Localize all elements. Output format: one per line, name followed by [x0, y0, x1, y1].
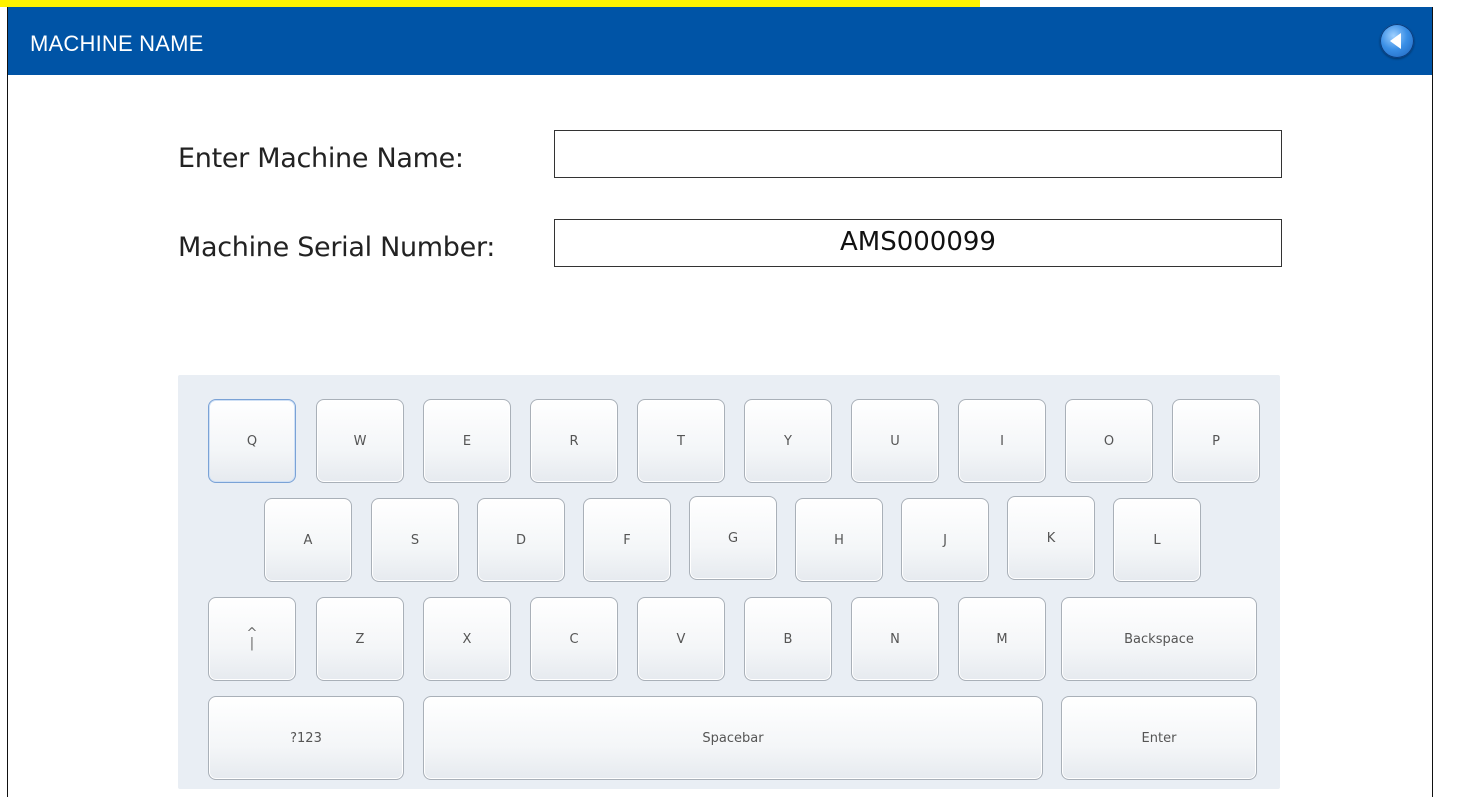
machine-name-label: Enter Machine Name: — [178, 143, 464, 174]
key-g[interactable]: G — [689, 496, 777, 580]
key-a[interactable]: A — [264, 498, 352, 582]
key-q[interactable]: Q — [208, 399, 296, 483]
shift-icon: ^ | — [246, 626, 258, 651]
key-y[interactable]: Y — [744, 399, 832, 483]
title-bar: MACHINE NAME — [8, 7, 1432, 75]
key-z[interactable]: Z — [316, 597, 404, 681]
highlight-strip — [0, 0, 980, 7]
key-d[interactable]: D — [477, 498, 565, 582]
back-button[interactable] — [1380, 24, 1414, 58]
serial-number-field: AMS000099 — [554, 219, 1282, 267]
key-v[interactable]: V — [637, 597, 725, 681]
key-h[interactable]: H — [795, 498, 883, 582]
key-u[interactable]: U — [851, 399, 939, 483]
key-m[interactable]: M — [958, 597, 1046, 681]
page-title: MACHINE NAME — [30, 31, 204, 56]
key-s[interactable]: S — [371, 498, 459, 582]
key-f[interactable]: F — [583, 498, 671, 582]
backspace-key[interactable]: Backspace — [1061, 597, 1257, 681]
key-l[interactable]: L — [1113, 498, 1201, 582]
key-o[interactable]: O — [1065, 399, 1153, 483]
numbers-key[interactable]: ?123 — [208, 696, 404, 780]
key-b[interactable]: B — [744, 597, 832, 681]
key-t[interactable]: T — [637, 399, 725, 483]
machine-name-input[interactable] — [554, 130, 1282, 178]
key-p[interactable]: P — [1172, 399, 1260, 483]
shift-key[interactable]: ^ | — [208, 597, 296, 681]
key-i[interactable]: I — [958, 399, 1046, 483]
key-n[interactable]: N — [851, 597, 939, 681]
spacebar-key[interactable]: Spacebar — [423, 696, 1043, 780]
on-screen-keyboard: Q W E R T Y U I O P A S D F G H J K L ^ … — [178, 375, 1280, 789]
key-k[interactable]: K — [1007, 496, 1095, 580]
enter-key[interactable]: Enter — [1061, 696, 1257, 780]
serial-number-label: Machine Serial Number: — [178, 232, 496, 263]
key-w[interactable]: W — [316, 399, 404, 483]
key-r[interactable]: R — [530, 399, 618, 483]
key-c[interactable]: C — [530, 597, 618, 681]
back-arrow-icon — [1390, 33, 1401, 49]
key-x[interactable]: X — [423, 597, 511, 681]
key-j[interactable]: J — [901, 498, 989, 582]
key-e[interactable]: E — [423, 399, 511, 483]
machine-name-window: MACHINE NAME Enter Machine Name: Machine… — [7, 7, 1433, 797]
